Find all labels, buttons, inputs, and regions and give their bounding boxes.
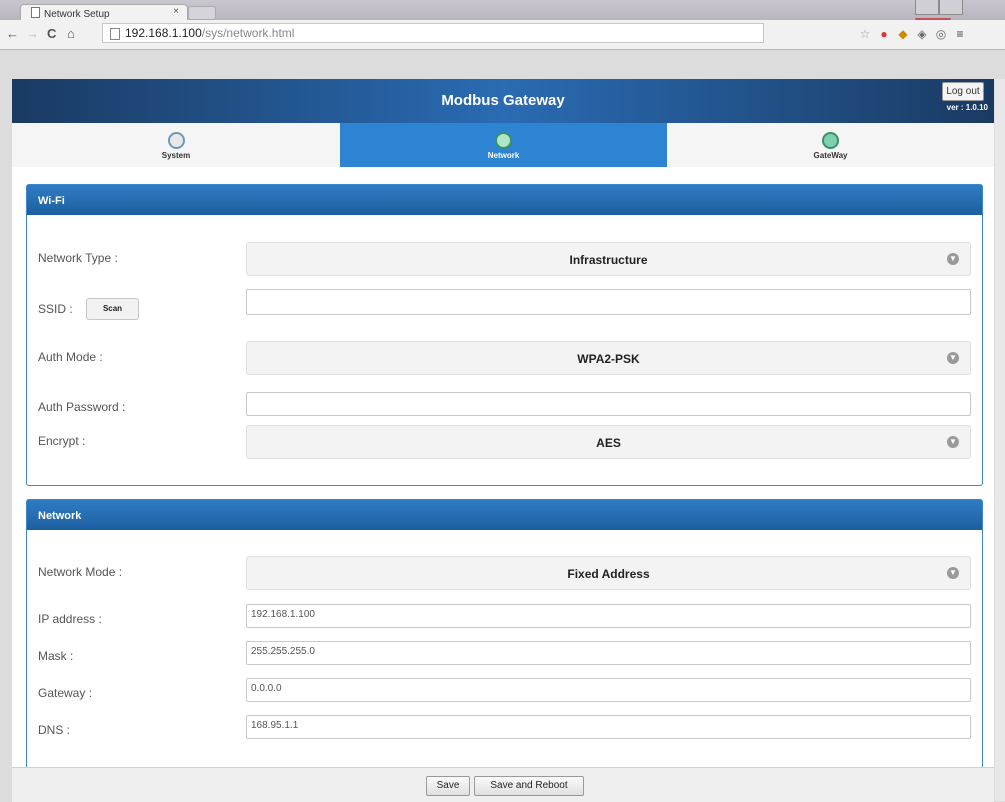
network-type-select[interactable]: Infrastructure ▼ — [246, 242, 971, 276]
reload-icon[interactable]: C — [47, 26, 56, 41]
browser-tab-bar: Network Setup × — [0, 0, 1005, 33]
app-header: Modbus Gateway Log out ver : 1.0.10 — [12, 79, 994, 123]
tab-network-label: Network — [487, 151, 520, 160]
network-mode-label: Network Mode : — [38, 565, 123, 579]
page-info-icon — [110, 28, 120, 40]
main-nav: System Network GateWay — [12, 123, 994, 168]
browser-tab[interactable]: Network Setup × — [20, 4, 188, 20]
dns-input[interactable]: 168.95.1.1 — [246, 715, 971, 739]
network-mode-select[interactable]: Fixed Address ▼ — [246, 556, 971, 590]
wifi-panel: Wi-Fi Network Type : Infrastructure ▼ SS… — [26, 184, 983, 486]
mask-label: Mask : — [38, 649, 74, 663]
tab-system-label: System — [161, 151, 191, 160]
tab-gateway-label: GateWay — [813, 151, 848, 160]
back-icon[interactable]: ← — [6, 26, 19, 41]
gateway-label: Gateway : — [38, 686, 93, 700]
chevron-down-icon: ▼ — [947, 436, 959, 448]
window-controls — [915, 0, 997, 33]
network-type-label: Network Type : — [38, 251, 118, 265]
scan-button[interactable]: Scan — [86, 298, 139, 320]
version-label: ver : 1.0.10 — [946, 103, 988, 112]
mask-input[interactable]: 255.255.255.0 — [246, 641, 971, 665]
ssid-input[interactable] — [246, 289, 971, 315]
extension-icons: ☆ ● ◆ ◈ ◎ ≡ — [858, 27, 972, 41]
logout-button[interactable]: Log out — [942, 82, 984, 101]
auth-password-label: Auth Password : — [38, 400, 126, 414]
wifi-panel-title: Wi-Fi — [27, 185, 982, 215]
tab-gateway[interactable]: GateWay — [667, 123, 994, 167]
network-icon — [495, 132, 512, 149]
opera-extension-icon[interactable]: ● — [877, 27, 891, 41]
ip-address-label: IP address : — [38, 612, 102, 626]
app-title: Modbus Gateway — [441, 92, 565, 109]
tab-network[interactable]: Network — [340, 123, 667, 167]
home-icon[interactable]: ⌂ — [67, 26, 75, 41]
auth-mode-select[interactable]: WPA2-PSK ▼ — [246, 341, 971, 375]
forward-icon[interactable]: → — [26, 26, 39, 41]
encrypt-select[interactable]: AES ▼ — [246, 425, 971, 459]
network-type-value: Infrastructure — [569, 253, 648, 267]
minimize-button[interactable] — [915, 0, 939, 15]
save-and-reboot-button[interactable]: Save and Reboot — [474, 776, 584, 796]
extension-icon[interactable]: ◆ — [896, 27, 910, 41]
system-icon — [167, 132, 185, 149]
url-path: /sys/network.html — [201, 26, 295, 40]
maximize-button[interactable] — [939, 0, 963, 15]
scrollbar[interactable] — [995, 79, 1005, 801]
auth-mode-label: Auth Mode : — [38, 350, 103, 364]
tab-system[interactable]: System — [12, 123, 340, 167]
network-panel-title: Network — [27, 500, 982, 530]
auth-mode-value: WPA2-PSK — [577, 352, 640, 366]
tab-close-icon[interactable]: × — [173, 6, 179, 17]
chevron-down-icon: ▼ — [947, 253, 959, 265]
encrypt-label: Encrypt : — [38, 434, 86, 448]
tab-title: Network Setup — [44, 9, 110, 20]
new-tab-button[interactable] — [188, 6, 216, 20]
network-panel: Network Network Mode : Fixed Address ▼ I… — [26, 499, 983, 768]
save-button[interactable]: Save — [426, 776, 470, 796]
extension-circle-icon[interactable]: ◎ — [934, 27, 948, 41]
chevron-down-icon: ▼ — [947, 352, 959, 364]
menu-icon[interactable]: ≡ — [953, 27, 967, 41]
auth-password-input[interactable] — [246, 392, 971, 416]
dns-label: DNS : — [38, 723, 71, 737]
bookmark-star-icon[interactable]: ☆ — [858, 27, 872, 41]
page-icon — [31, 7, 40, 18]
ssid-label: SSID : — [38, 302, 73, 316]
main-content: Wi-Fi Network Type : Infrastructure ▼ SS… — [12, 167, 994, 768]
chevron-down-icon: ▼ — [947, 567, 959, 579]
network-mode-value: Fixed Address — [567, 567, 650, 581]
extension-puzzle-icon[interactable]: ◈ — [915, 27, 929, 41]
ip-address-input[interactable]: 192.168.1.100 — [246, 604, 971, 628]
encrypt-value: AES — [596, 436, 621, 450]
browser-toolbar: ← → C ⌂ 192.168.1.100/sys/network.html ☆… — [0, 20, 1005, 50]
gateway-icon — [822, 132, 839, 149]
address-bar[interactable]: 192.168.1.100/sys/network.html — [102, 23, 764, 43]
footer-bar: Save Save and Reboot — [12, 767, 994, 802]
url-host: 192.168.1.100 — [125, 26, 202, 40]
gateway-input[interactable]: 0.0.0.0 — [246, 678, 971, 702]
